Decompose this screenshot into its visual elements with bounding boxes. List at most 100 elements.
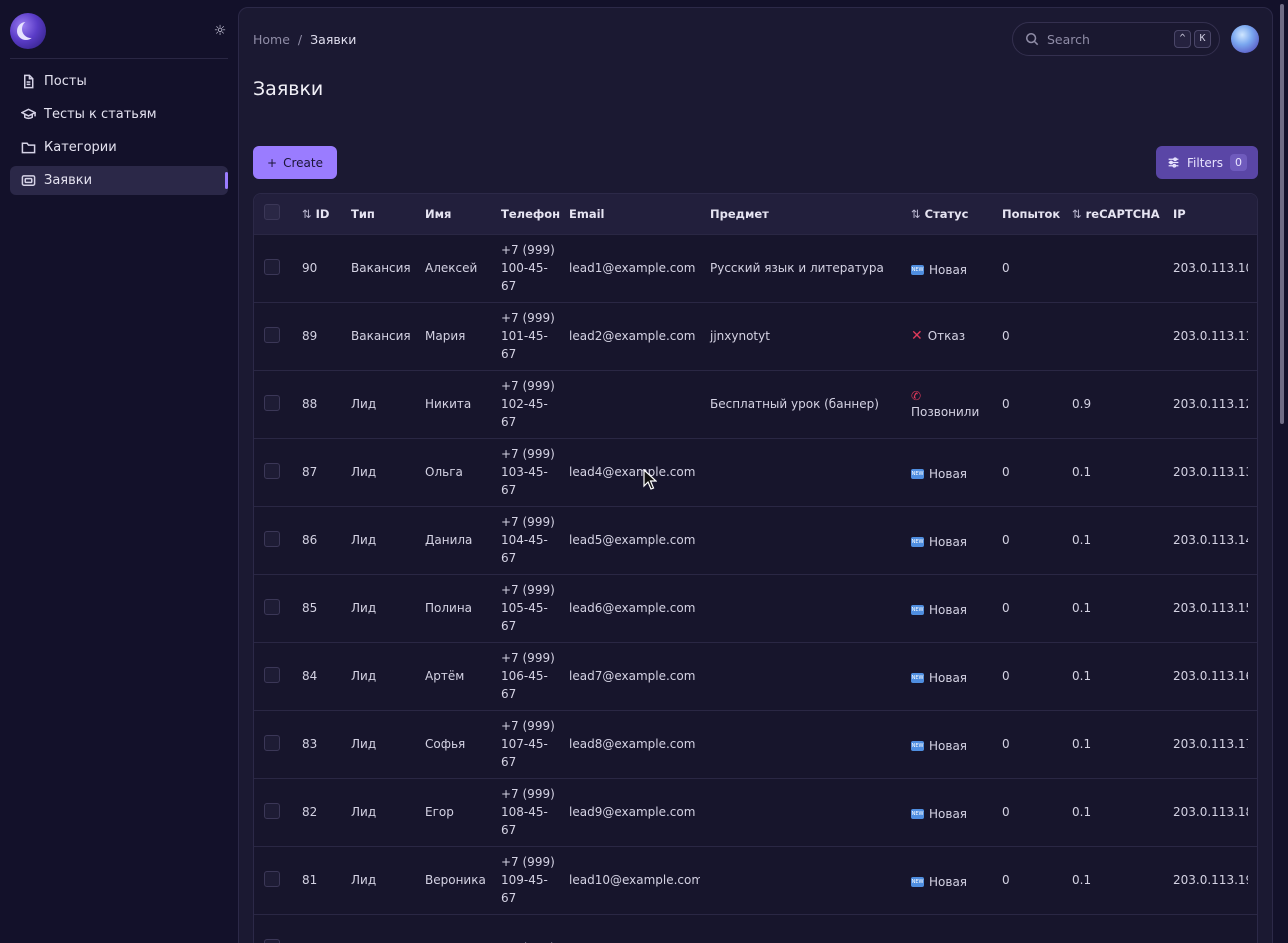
row-checkbox[interactable] — [264, 734, 280, 751]
cell-name: Ольга — [415, 437, 491, 506]
table-body: 90 Вакансия Алексей +7 (999) 100-45- 67 lead… — [254, 233, 1257, 943]
filters-button[interactable]: Filters 0 — [1156, 146, 1258, 179]
cell-name: Егор — [415, 777, 491, 846]
app-logo[interactable] — [10, 13, 46, 49]
cell-type: Лид — [341, 437, 415, 506]
cell-recaptcha — [1062, 233, 1163, 302]
cell-status: ✆ Позвонили — [901, 369, 992, 438]
status-badge: NEW Новая — [911, 262, 968, 277]
cell-attempts: 0 — [992, 233, 1062, 302]
table-row[interactable]: 86 Лид Данила +7 (999) 104-45- 67 lead5@exam… — [254, 505, 1257, 574]
cell-subject — [700, 573, 901, 642]
row-checkbox[interactable] — [264, 258, 280, 275]
inbox-icon — [20, 173, 36, 189]
column-header-status[interactable]: ⇅ Статус — [901, 194, 992, 234]
new-icon: NEW — [911, 536, 924, 547]
row-checkbox[interactable] — [264, 666, 280, 683]
cell-overflow — [1248, 369, 1257, 438]
plus-icon: + — [267, 155, 278, 170]
sun-icon[interactable]: ☼ — [212, 23, 228, 39]
cell-email: lead1@example.com — [559, 233, 700, 302]
column-header-id[interactable]: ⇅ ID — [292, 194, 341, 234]
row-checkbox[interactable] — [264, 394, 280, 411]
cell-email: lead8@example.com — [559, 709, 700, 778]
cell-recaptcha: 0.1 — [1062, 777, 1163, 846]
page-scrollbar[interactable] — [1280, 0, 1286, 943]
cell-ip: 203.0.113.14 — [1163, 505, 1248, 574]
search-box[interactable]: ^ K — [1012, 22, 1220, 56]
row-checkbox-cell — [254, 573, 292, 642]
table-row[interactable]: 81 Лид Вероника +7 (999) 109-45- 67 lead10@e… — [254, 845, 1257, 914]
row-checkbox[interactable] — [264, 530, 280, 547]
breadcrumb-home[interactable]: Home — [253, 32, 290, 47]
table-row[interactable]: 88 Лид Никита +7 (999) 102-45- 67 Бесплатный… — [254, 369, 1257, 438]
select-all-checkbox-cell — [254, 194, 292, 234]
table-row[interactable]: 90 Вакансия Алексей +7 (999) 100-45- 67 lead… — [254, 233, 1257, 302]
table-row[interactable]: 84 Лид Артём +7 (999) 106-45- 67 lead7@examp… — [254, 641, 1257, 710]
cell-phone: +7 (999) 101-45- 67 — [491, 301, 559, 370]
table-row[interactable]: 82 Лид Егор +7 (999) 108-45- 67 lead9@exampl… — [254, 777, 1257, 846]
cell-overflow — [1248, 301, 1257, 370]
table-row[interactable]: 87 Лид Ольга +7 (999) 103-45- 67 lead4@examp… — [254, 437, 1257, 506]
sidebar-item-tests[interactable]: Тесты к статьям — [10, 100, 228, 129]
cell-name — [415, 913, 491, 943]
cell-email: lead4@example.com — [559, 437, 700, 506]
phone-icon: ✆ — [911, 389, 922, 403]
new-icon: NEW — [911, 468, 924, 479]
table-row[interactable]: 83 Лид Софья +7 (999) 107-45- 67 lead8@examp… — [254, 709, 1257, 778]
row-checkbox-cell — [254, 777, 292, 846]
cell-id: 90 — [292, 233, 341, 302]
sidebar-item-categories[interactable]: Категории — [10, 133, 228, 162]
cell-attempts: 0 — [992, 709, 1062, 778]
table-row[interactable]: 85 Лид Полина +7 (999) 105-45- 67 lead6@exam… — [254, 573, 1257, 642]
create-button[interactable]: + Create — [253, 146, 337, 179]
cell-email: lead5@example.com — [559, 505, 700, 574]
column-header-type: Тип — [351, 206, 375, 221]
cell-email: lead7@example.com — [559, 641, 700, 710]
status-badge: NEW Новая — [911, 602, 968, 617]
select-all-checkbox[interactable] — [264, 204, 280, 221]
column-header-email: Email — [569, 206, 605, 221]
cell-ip: 203.0.113.19 — [1163, 845, 1248, 914]
search-icon — [1025, 32, 1039, 46]
cell-phone: +7 (999) 104-45- 67 — [491, 505, 559, 574]
cell-type: Лид — [341, 709, 415, 778]
cell-type: Лид — [341, 369, 415, 438]
main-panel: Home / Заявки ^ K Заявки + Create Filter… — [238, 7, 1273, 943]
new-icon: NEW — [911, 740, 924, 751]
scrollbar-thumb[interactable] — [1280, 4, 1284, 424]
cell-subject: jjnxynotyt — [700, 301, 901, 370]
column-header-recaptcha[interactable]: ⇅ reCAPTCHA — [1062, 194, 1163, 234]
cell-phone: +7 (999) 106-45- 67 — [491, 641, 559, 710]
cell-id: 84 — [292, 641, 341, 710]
row-checkbox[interactable] — [264, 462, 280, 479]
row-checkbox-cell — [254, 913, 292, 943]
cell-name: Данила — [415, 505, 491, 574]
search-input[interactable] — [1047, 31, 1167, 47]
avatar[interactable] — [1231, 25, 1259, 53]
cell-ip: 203.0.113.18 — [1163, 777, 1248, 846]
sidebar-item-requests[interactable]: Заявки — [10, 166, 228, 195]
cross-icon: ✕ — [911, 328, 923, 344]
status-badge: ✕ Отказ — [911, 328, 966, 344]
new-icon: NEW — [911, 604, 924, 615]
table-row[interactable]: 89 Вакансия Мария +7 (999) 101-45- 67 lead2@… — [254, 301, 1257, 370]
row-checkbox[interactable] — [264, 326, 280, 343]
status-badge: NEW Новая — [911, 466, 968, 481]
cell-name: Никита — [415, 369, 491, 438]
row-checkbox[interactable] — [264, 938, 280, 943]
file-icon — [20, 74, 36, 90]
row-checkbox[interactable] — [264, 598, 280, 615]
column-header-overflow — [1248, 194, 1257, 234]
sidebar-item-posts[interactable]: Посты — [10, 67, 228, 96]
sort-icon: ⇅ — [1072, 206, 1082, 221]
cell-recaptcha: 0.1 — [1062, 641, 1163, 710]
row-checkbox[interactable] — [264, 802, 280, 819]
column-header-ip: IP — [1173, 206, 1186, 221]
row-checkbox[interactable] — [264, 870, 280, 887]
leads-table-container: ⇅ ID Тип Имя Телефон Email Предмет ⇅ Стату… — [253, 193, 1258, 943]
cell-id: 87 — [292, 437, 341, 506]
cell-status: NEW Новая — [901, 505, 992, 574]
table-row[interactable]: +7 (999) — [254, 913, 1257, 943]
cell-id: 81 — [292, 845, 341, 914]
